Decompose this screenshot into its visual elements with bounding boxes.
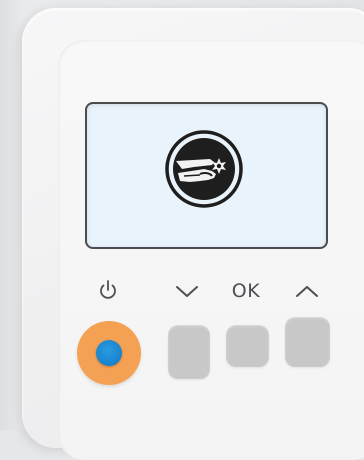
lcd-display: [85, 102, 328, 249]
up-label: [290, 280, 324, 302]
power-label: [93, 278, 123, 302]
ok-label: OK: [231, 280, 261, 302]
ok-button[interactable]: [226, 325, 269, 367]
down-button[interactable]: [168, 325, 210, 379]
down-label: [170, 280, 204, 302]
chevron-down-icon: [176, 286, 198, 297]
power-icon: [100, 280, 116, 299]
up-button[interactable]: [285, 317, 330, 367]
hand-with-spark-icon: [165, 130, 243, 208]
chevron-up-icon: [296, 286, 318, 297]
power-led-indicator[interactable]: [96, 340, 122, 366]
